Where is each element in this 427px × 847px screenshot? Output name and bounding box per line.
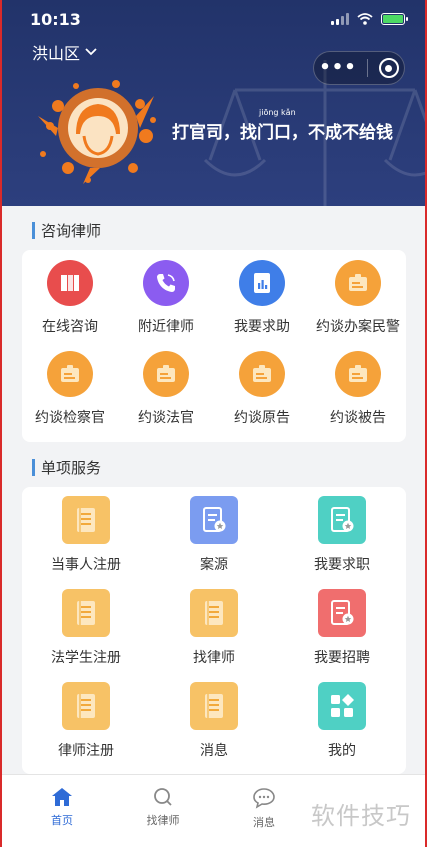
books-icon [47,260,93,306]
home-icon [52,788,72,806]
consult-item-label: 约谈法官 [138,410,194,426]
location-label: 洪山区 [32,44,81,63]
status-bar: 10:13 [30,8,408,30]
service-item-label: 我的 [328,743,356,759]
consult-item-label: 附近律师 [138,319,194,335]
consult-item-label: 在线咨询 [42,319,98,335]
document-star-icon [190,496,238,544]
consult-item[interactable]: 约谈被告 [310,351,406,442]
service-item-label: 法学生注册 [51,650,121,666]
service-item-label: 消息 [200,743,228,759]
slogan-text: 打官司，找门口，不成不给钱 [172,123,393,143]
document-icon [62,589,110,637]
service-item[interactable]: 律师注册 [22,682,150,775]
battery-icon [381,13,408,25]
status-time: 10:13 [30,9,81,29]
chat-icon [253,788,275,809]
consult-item[interactable]: 约谈原告 [214,351,310,442]
lawyer-logo [38,80,156,184]
consult-item[interactable]: 约谈检察官 [22,351,118,442]
section-title-consult: 咨询律师 [32,220,101,241]
service-item[interactable]: 法学生注册 [22,589,150,682]
consult-item-label: 约谈检察官 [35,410,105,426]
miniprogram-capsule: ••• [313,51,405,85]
tab-home[interactable]: 首页 [22,787,102,828]
document-star-icon [318,589,366,637]
section-title-services: 单项服务 [32,457,101,478]
service-item-label: 当事人注册 [51,557,121,573]
service-item[interactable]: 当事人注册 [22,496,150,589]
consult-item-label: 约谈被告 [330,410,386,426]
document-star-icon [318,496,366,544]
document-icon [62,682,110,730]
consult-item-label: 我要求助 [234,319,290,335]
site-watermark: 软件技巧 [311,802,411,830]
service-item[interactable]: 找律师 [150,589,278,682]
service-item-label: 我要招聘 [314,650,370,666]
close-miniprogram-icon[interactable] [378,58,399,78]
document-icon [62,496,110,544]
app-screen: 10:13 洪山区 ••• jiōng kǎn 打官司，找门口，不成不给钱 咨询… [0,0,427,847]
consult-grid: 在线咨询 附近律师 我要求助 约谈办案民警约谈检察官 约谈法官 约谈原告 约谈被告 [22,260,406,442]
search-icon [154,788,172,806]
consult-card: 在线咨询 附近律师 我要求助 约谈办案民警约谈检察官 约谈法官 约谈原告 约谈被告 [22,250,406,442]
consult-item-label: 约谈办案民警 [316,319,400,335]
case-card-icon [143,351,189,397]
header-banner: 10:13 洪山区 ••• jiōng kǎn 打官司，找门口，不成不给钱 [2,0,425,206]
case-card-icon [335,351,381,397]
service-item-label: 律师注册 [58,743,114,759]
consult-item[interactable]: 在线咨询 [22,260,118,351]
grid-apps-icon [318,682,366,730]
more-icon[interactable]: ••• [319,59,357,77]
consult-item[interactable]: 我要求助 [214,260,310,351]
service-item[interactable]: 案源 [150,496,278,589]
service-item[interactable]: 我要招聘 [278,589,406,682]
case-card-icon [239,351,285,397]
slogan-pinyin: jiōng kǎn [259,108,296,117]
chart-doc-icon [239,260,285,306]
wifi-icon [357,13,373,25]
service-item-label: 找律师 [193,650,235,666]
phone-icon [143,260,189,306]
tab-find-lawyer[interactable]: 找律师 [123,787,203,828]
consult-item[interactable]: 附近律师 [118,260,214,351]
service-item[interactable]: 消息 [150,682,278,775]
tab-bar: 首页 找律师 消息 软件技巧 [2,774,425,847]
consult-item-label: 约谈原告 [234,410,290,426]
document-icon [190,589,238,637]
chevron-down-icon [85,48,97,56]
services-grid: 当事人注册 案源 我要求职法学生注册 找律师 我要招聘律师注册 消息 我的 [22,496,406,775]
case-card-icon [335,260,381,306]
location-selector[interactable]: 洪山区 [32,40,98,64]
signal-icon [331,13,349,25]
service-item[interactable]: 我的 [278,682,406,775]
service-item-label: 案源 [200,557,228,573]
service-item-label: 我要求职 [314,557,370,573]
document-icon [190,682,238,730]
service-item[interactable]: 我要求职 [278,496,406,589]
status-icons [331,13,408,25]
case-card-icon [47,351,93,397]
consult-item[interactable]: 约谈办案民警 [310,260,406,351]
consult-item[interactable]: 约谈法官 [118,351,214,442]
tab-messages[interactable]: 消息 [224,787,304,830]
services-card: 当事人注册 案源 我要求职法学生注册 找律师 我要招聘律师注册 消息 我的 [22,487,406,774]
